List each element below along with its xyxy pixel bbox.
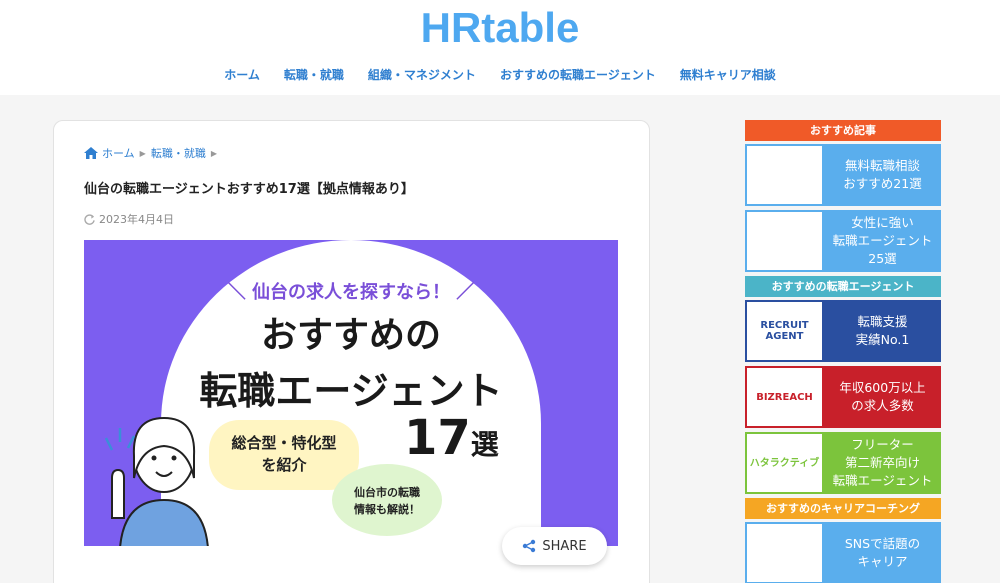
- nav-item-career-consult[interactable]: 無料キャリア相談: [668, 66, 788, 83]
- home-icon: [84, 147, 98, 159]
- sidebar-card[interactable]: ハタラクティブ フリーター 第二新卒向け 転職エージェント: [745, 432, 941, 494]
- sidebar-card[interactable]: 女性に強い 転職エージェント 25選: [745, 210, 941, 272]
- site-header: HRtable ホーム 転職・就職 組織・マネジメント おすすめの転職エージェン…: [0, 0, 1000, 95]
- share-icon: [523, 539, 536, 553]
- sidebar-card-text: フリーター 第二新卒向け 転職エージェント: [832, 437, 933, 488]
- sidebar-card-text: 年収600万以上 の求人多数: [839, 380, 926, 413]
- banner-subtitle: ＼ 仙台の求人を探すなら！ ／: [227, 282, 475, 303]
- article-title: 仙台の転職エージェントおすすめ17選【拠点情報あり】: [84, 182, 414, 197]
- sidebar-card-thumbnail: [745, 522, 824, 583]
- sidebar-card-text: 無料転職相談 おすすめ21選: [843, 158, 922, 191]
- sidebar-card-thumbnail: ハタラクティブ: [745, 432, 824, 494]
- banner-count-suffix: 選: [470, 428, 499, 461]
- refresh-icon: [84, 213, 95, 225]
- article-eyecatch-banner: ＼ 仙台の求人を探すなら！ ／ おすすめの 転職エージェント 総合型・特化型 を…: [84, 240, 618, 546]
- banner-bubble-sendai: 仙台市の転職 情報も解説！: [332, 464, 442, 536]
- global-nav: ホーム 転職・就職 組織・マネジメント おすすめの転職エージェント 無料キャリア…: [0, 66, 1000, 83]
- sidebar-section-heading: おすすめのキャリアコーチング: [745, 498, 941, 519]
- banner-count-number: 17: [404, 410, 471, 466]
- bubble-types-line1: 総合型・特化型: [231, 434, 337, 452]
- sidebar-card-thumbnail: [745, 144, 824, 206]
- chevron-right-icon: ▶: [139, 148, 146, 158]
- bubble-types-line2: を紹介: [261, 456, 307, 474]
- bubble-sendai-line2: 情報も解説！: [354, 503, 420, 516]
- nav-item-job-change[interactable]: 転職・就職: [272, 66, 356, 83]
- share-button[interactable]: SHARE: [502, 527, 607, 565]
- article-date: 2023年4月4日: [84, 211, 174, 227]
- sidebar-card-thumbnail: [745, 210, 824, 272]
- sidebar-card[interactable]: BIZREACH 年収600万以上 の求人多数: [745, 366, 941, 428]
- date-text: 2023年4月4日: [99, 213, 174, 226]
- banner-title-line1: おすすめの: [260, 315, 441, 356]
- sidebar-card-text: SNSで話題の キャリア: [844, 536, 921, 569]
- bubble-sendai-line1: 仙台市の転職: [354, 486, 420, 499]
- breadcrumb-category[interactable]: 転職・就職: [151, 145, 206, 161]
- banner-title-line2: 転職エージェント: [199, 369, 503, 413]
- sidebar-card-text: 女性に強い 転職エージェント 25選: [832, 215, 933, 266]
- chevron-right-icon: ▶: [210, 148, 217, 158]
- breadcrumb-home[interactable]: ホーム: [102, 145, 135, 161]
- nav-item-agents[interactable]: おすすめの転職エージェント: [488, 66, 668, 83]
- sidebar-card-thumbnail: RECRUIT AGENT: [745, 300, 824, 362]
- sidebar-section-heading: おすすめの転職エージェント: [745, 276, 941, 297]
- banner-bubble-types: 総合型・特化型 を紹介: [209, 420, 359, 490]
- banner-count: 17選: [404, 410, 499, 466]
- share-label: SHARE: [542, 538, 587, 554]
- sidebar-card[interactable]: RECRUIT AGENT 転職支援 実績No.1: [745, 300, 941, 362]
- sidebar: おすすめ記事無料転職相談 おすすめ21選女性に強い 転職エージェント 25選おす…: [745, 120, 941, 583]
- sidebar-card-text: 転職支援 実績No.1: [855, 314, 910, 347]
- illustration-woman: [104, 416, 209, 546]
- sidebar-card[interactable]: SNSで話題の キャリア: [745, 522, 941, 583]
- sidebar-section-heading: おすすめ記事: [745, 120, 941, 141]
- site-logo[interactable]: HRtable: [0, 4, 1000, 52]
- sidebar-card[interactable]: 無料転職相談 おすすめ21選: [745, 144, 941, 206]
- breadcrumb: ホーム ▶ 転職・就職 ▶: [84, 145, 222, 161]
- sidebar-card-thumbnail: BIZREACH: [745, 366, 824, 428]
- nav-item-management[interactable]: 組織・マネジメント: [356, 66, 488, 83]
- nav-item-home[interactable]: ホーム: [212, 66, 272, 83]
